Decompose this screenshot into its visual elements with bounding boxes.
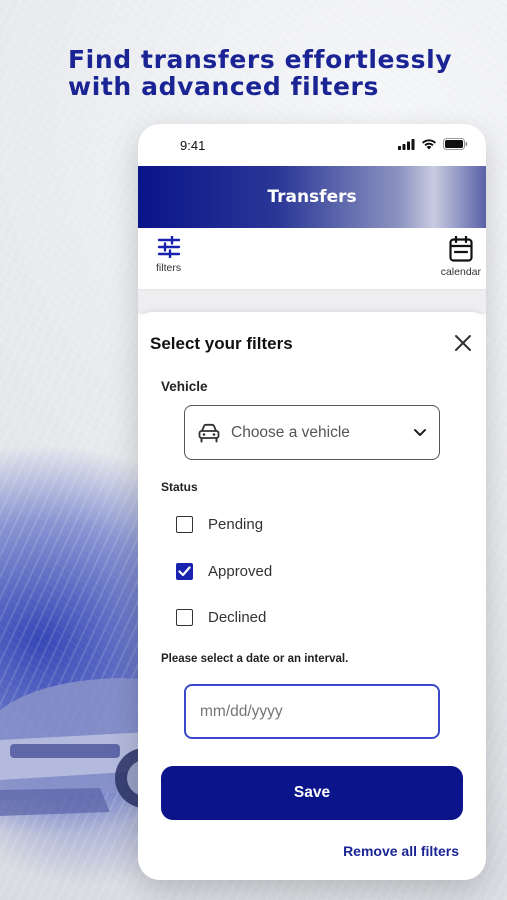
chevron-down-icon (414, 429, 426, 436)
close-icon[interactable] (452, 332, 474, 354)
filters-label: filters (156, 262, 182, 274)
app-header: Transfers (138, 166, 486, 228)
phone-frame: 9:41 Transfers filters calendar Select y… (138, 124, 486, 880)
status-option-pending[interactable]: Pending (176, 516, 263, 533)
calendar-icon (449, 236, 473, 262)
save-button[interactable]: Save (161, 766, 463, 820)
vehicle-select-placeholder: Choose a vehicle (231, 423, 350, 441)
approved-label: Approved (208, 563, 273, 580)
pending-label: Pending (208, 516, 264, 533)
declined-label: Declined (208, 609, 267, 626)
calendar-label: calendar (440, 266, 481, 278)
signal-icon (398, 138, 415, 150)
approved-checkbox[interactable] (176, 563, 193, 580)
content-placeholder (138, 290, 486, 314)
filter-toolbar: filters calendar (138, 228, 486, 290)
date-input[interactable] (184, 684, 440, 739)
status-label: Status (161, 480, 198, 494)
sheet-title: Select your filters (150, 334, 293, 353)
battery-icon (443, 138, 468, 150)
promo-headline: Find transfers effortlessly with advance… (68, 46, 488, 100)
sliders-icon (157, 236, 180, 258)
vehicle-label: Vehicle (161, 379, 208, 394)
wifi-icon (422, 139, 436, 150)
checkmark-icon (178, 566, 191, 577)
car-icon (198, 423, 220, 442)
filters-button[interactable]: filters (156, 236, 181, 274)
status-option-declined[interactable]: Declined (176, 609, 266, 626)
status-time: 9:41 (180, 138, 206, 153)
page-title: Transfers (267, 187, 357, 207)
remove-all-filters-link[interactable]: Remove all filters (343, 843, 459, 859)
headline-line-1: Find transfers effortlessly (68, 45, 453, 74)
calendar-button[interactable]: calendar (441, 236, 481, 278)
status-bar: 9:41 (138, 124, 486, 166)
pending-checkbox[interactable] (176, 516, 193, 533)
declined-checkbox[interactable] (176, 609, 193, 626)
status-option-approved[interactable]: Approved (176, 563, 272, 580)
filter-sheet: Select your filters Vehicle Choose a veh… (138, 312, 486, 880)
vehicle-select[interactable]: Choose a vehicle (184, 405, 440, 460)
car-illustration (0, 678, 160, 816)
headline-line-2: with advanced filters (68, 72, 379, 101)
date-label: Please select a date or an interval. (161, 653, 349, 665)
